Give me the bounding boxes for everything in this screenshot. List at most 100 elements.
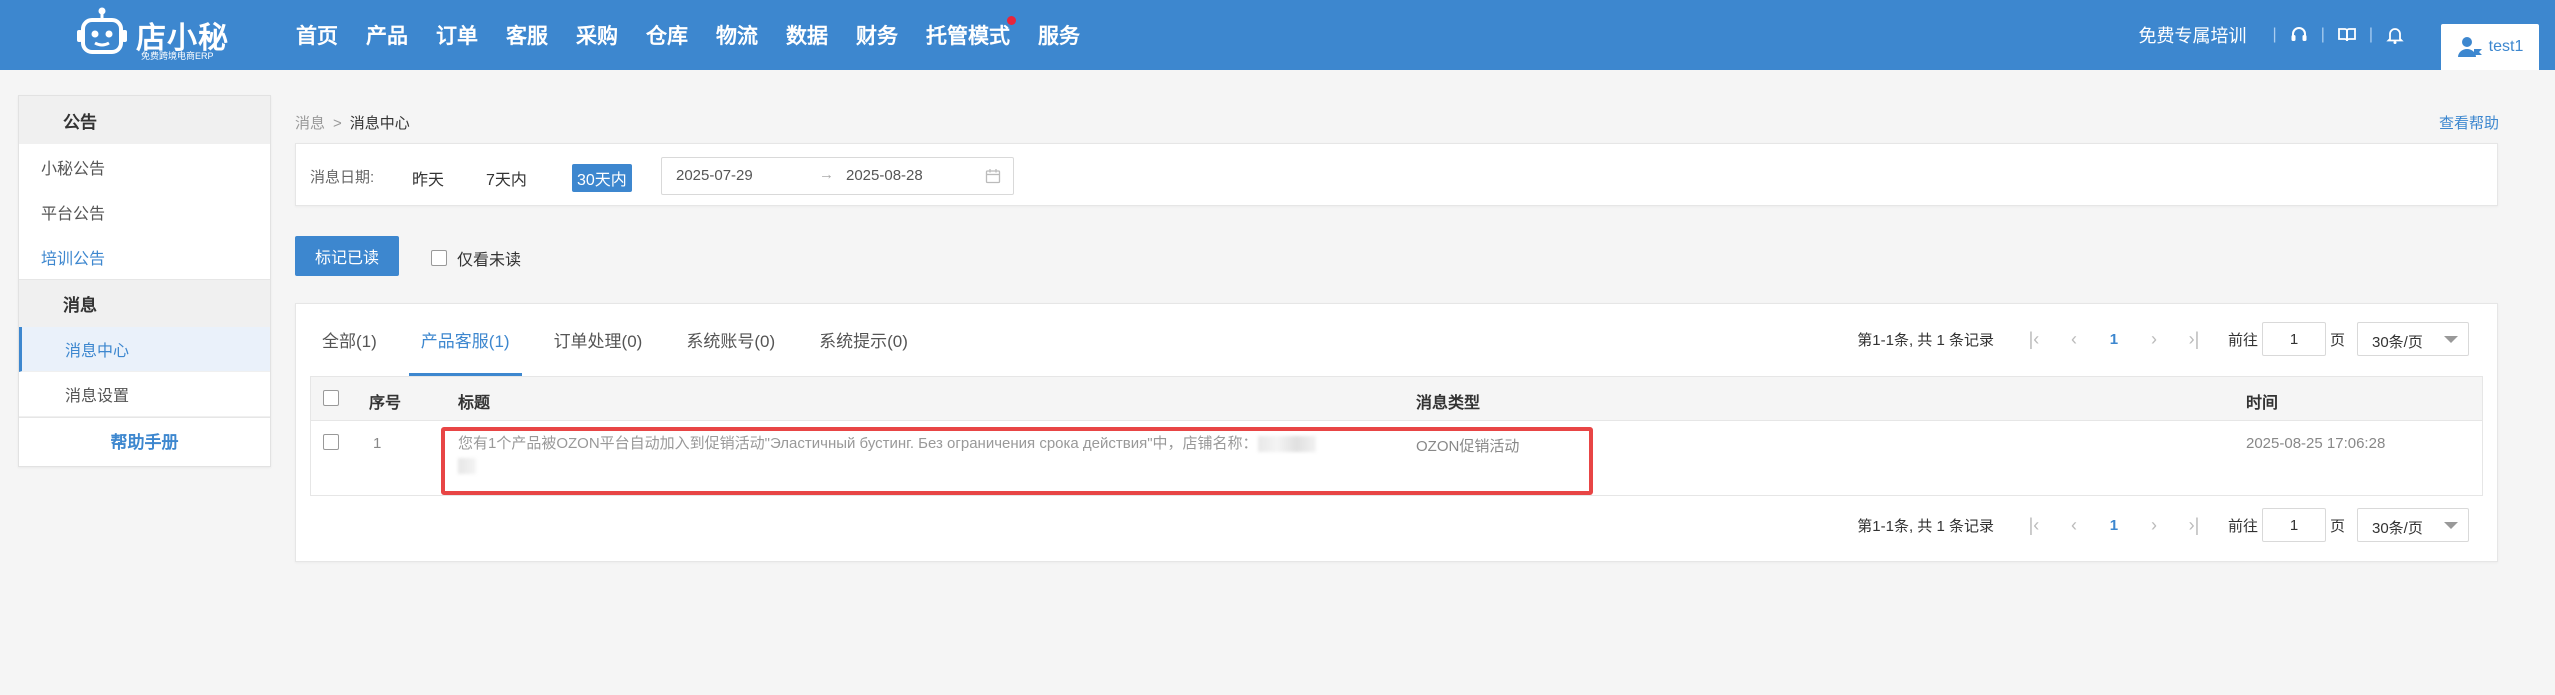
page-unit: 页 [2329, 517, 2345, 535]
filter-yesterday[interactable]: 昨天 [407, 164, 449, 192]
book-icon[interactable] [2337, 25, 2357, 45]
nav-data[interactable]: 数据 [786, 20, 828, 50]
user-menu[interactable]: test1 [2441, 24, 2539, 70]
message-list-panel: 全部(1) 产品客服(1) 订单处理(0) 系统账号(0) 系统提示(0) 第1… [295, 303, 2498, 562]
first-page-icon[interactable]: |‹ [2019, 515, 2049, 536]
logo[interactable]: 店小秘 免费跨境电商ERP [74, 6, 234, 64]
nav-services[interactable]: 服务 [1038, 20, 1080, 50]
only-unread-checkbox[interactable] [431, 250, 447, 266]
nav-warehouse[interactable]: 仓库 [646, 20, 688, 50]
only-unread-filter[interactable]: 仅看未读 [431, 246, 521, 270]
free-training-link[interactable]: 免费专属培训 [2139, 22, 2247, 48]
first-page-icon[interactable]: |‹ [2019, 329, 2049, 350]
page-input[interactable] [2261, 508, 2326, 542]
sidebar-item-message-settings[interactable]: 消息设置 [19, 372, 270, 417]
row-type: OZON促销活动 [1416, 438, 1520, 455]
username: test1 [2488, 38, 2524, 55]
blurred-shop-name [1257, 436, 1316, 453]
page-unit: 页 [2329, 331, 2345, 349]
divider: | [2320, 26, 2325, 43]
tab-product-service[interactable]: 产品客服(1) [408, 304, 522, 376]
page-size-select[interactable]: 30条/页 [2357, 322, 2469, 356]
goto-label: 前往 [2227, 517, 2258, 535]
message-tabs: 全部(1) 产品客服(1) 订单处理(0) 系统账号(0) 系统提示(0) [310, 304, 940, 376]
select-all-checkbox[interactable] [323, 390, 339, 406]
column-no: 序号 [369, 395, 402, 412]
row-no: 1 [373, 435, 382, 452]
nav-finance[interactable]: 财务 [856, 20, 898, 50]
page-number[interactable]: 1 [2099, 517, 2129, 534]
tab-system-notice[interactable]: 系统提示(0) [807, 304, 920, 376]
sidebar-section-announcements: 公告 [19, 96, 270, 144]
filter-30-days[interactable]: 30天内 [572, 164, 632, 192]
date-range-picker[interactable]: 2025-07-29 → 2025-08-28 [661, 157, 1014, 195]
sidebar-item-training-announcement[interactable]: 培训公告 [19, 234, 270, 279]
view-help-link[interactable]: 查看帮助 [2439, 112, 2499, 133]
nav-orders[interactable]: 订单 [436, 20, 478, 50]
sidebar-item-message-center[interactable]: 消息中心 [19, 327, 270, 372]
row-time: 2025-08-25 17:06:28 [2246, 435, 2386, 452]
prev-page-icon[interactable]: ‹ [2059, 329, 2089, 350]
filter-7-days[interactable]: 7天内 [481, 164, 532, 192]
breadcrumb-current: 消息中心 [349, 115, 410, 132]
headset-icon[interactable] [2289, 25, 2309, 45]
page-size-select[interactable]: 30条/页 [2357, 508, 2469, 542]
pagination-info: 第1-1条, 共 1 条记录 [1857, 331, 1994, 349]
page-number[interactable]: 1 [2099, 331, 2129, 348]
nav-home[interactable]: 首页 [296, 20, 338, 50]
help-manual-link[interactable]: 帮助手册 [19, 417, 270, 463]
tab-order-processing[interactable]: 订单处理(0) [542, 304, 655, 376]
end-date: 2025-08-28 [846, 167, 923, 184]
user-icon [2457, 37, 2482, 57]
divider: | [2272, 26, 2277, 43]
main-nav: 首页 产品 订单 客服 采购 仓库 物流 数据 财务 托管模式 服务 [296, 0, 1108, 70]
top-navbar: 店小秘 免费跨境电商ERP 首页 产品 订单 客服 采购 仓库 物流 数据 财务… [0, 0, 2555, 70]
page-input[interactable] [2261, 322, 2326, 356]
calendar-icon [985, 169, 1001, 184]
nav-hosting-mode[interactable]: 托管模式 [926, 16, 1016, 50]
row-title-text: 您有1个产品被OZON平台自动加入到促销活动"Эластичный бустин… [458, 435, 1258, 452]
only-unread-label: 仅看未读 [457, 252, 522, 269]
message-table: 序号 标题 消息类型 时间 1 您有1个产品被OZON平台自动加入到促销活动"Э… [310, 376, 2483, 496]
breadcrumb-parent[interactable]: 消息 [295, 115, 325, 132]
breadcrumb: 消息 > 消息中心 [295, 112, 410, 133]
column-time: 时间 [2246, 395, 2279, 412]
nav-products[interactable]: 产品 [366, 20, 408, 50]
tab-system-account[interactable]: 系统账号(0) [674, 304, 787, 376]
page-size-value: 30条/页 [2372, 520, 2423, 537]
next-page-icon[interactable]: › [2139, 515, 2169, 536]
table-header: 序号 标题 消息类型 时间 [311, 377, 2482, 421]
sidebar-section-messages: 消息 [19, 279, 270, 327]
nav-customer-service[interactable]: 客服 [506, 20, 548, 50]
last-page-icon[interactable]: ›| [2179, 329, 2209, 350]
bell-icon[interactable] [2385, 25, 2405, 45]
column-type: 消息类型 [1416, 395, 1481, 412]
mark-as-read-button[interactable]: 标记已读 [295, 236, 399, 276]
blurred-shop-name [458, 458, 476, 475]
row-checkbox[interactable] [323, 434, 339, 450]
chevron-down-icon [2444, 522, 2458, 529]
range-arrow: → [819, 166, 834, 183]
start-date: 2025-07-29 [676, 167, 753, 184]
nav-purchase[interactable]: 采购 [576, 20, 618, 50]
next-page-icon[interactable]: › [2139, 329, 2169, 350]
nav-logistics[interactable]: 物流 [716, 20, 758, 50]
last-page-icon[interactable]: ›| [2179, 515, 2209, 536]
page-size-value: 30条/页 [2372, 334, 2423, 351]
robot-logo-icon [77, 7, 127, 54]
pagination-bottom: 第1-1条, 共 1 条记录 |‹ ‹ 1 › ›| 前往 页 30条/页 [1857, 508, 2469, 542]
row-title[interactable]: 您有1个产品被OZON平台自动加入到促销活动"Эластичный бустин… [458, 433, 1378, 477]
date-filter-label: 消息日期: [310, 169, 375, 186]
top-right-tools: 免费专属培训 | | | test1 [2139, 0, 2555, 70]
brand-slogan: 免费跨境电商ERP [141, 51, 214, 61]
table-row[interactable]: 1 您有1个产品被OZON平台自动加入到促销活动"Эластичный буст… [311, 421, 2482, 495]
goto-label: 前往 [2227, 331, 2258, 349]
sidebar-item-platform-announcement[interactable]: 平台公告 [19, 189, 270, 234]
column-title: 标题 [458, 395, 491, 412]
chevron-down-icon [2444, 336, 2458, 343]
tab-all[interactable]: 全部(1) [310, 304, 389, 376]
sidebar-item-xiaomi-announcement[interactable]: 小秘公告 [19, 144, 270, 189]
notification-dot [1007, 16, 1016, 25]
sidebar: 公告 小秘公告 平台公告 培训公告 消息 消息中心 消息设置 帮助手册 [18, 95, 271, 467]
prev-page-icon[interactable]: ‹ [2059, 515, 2089, 536]
